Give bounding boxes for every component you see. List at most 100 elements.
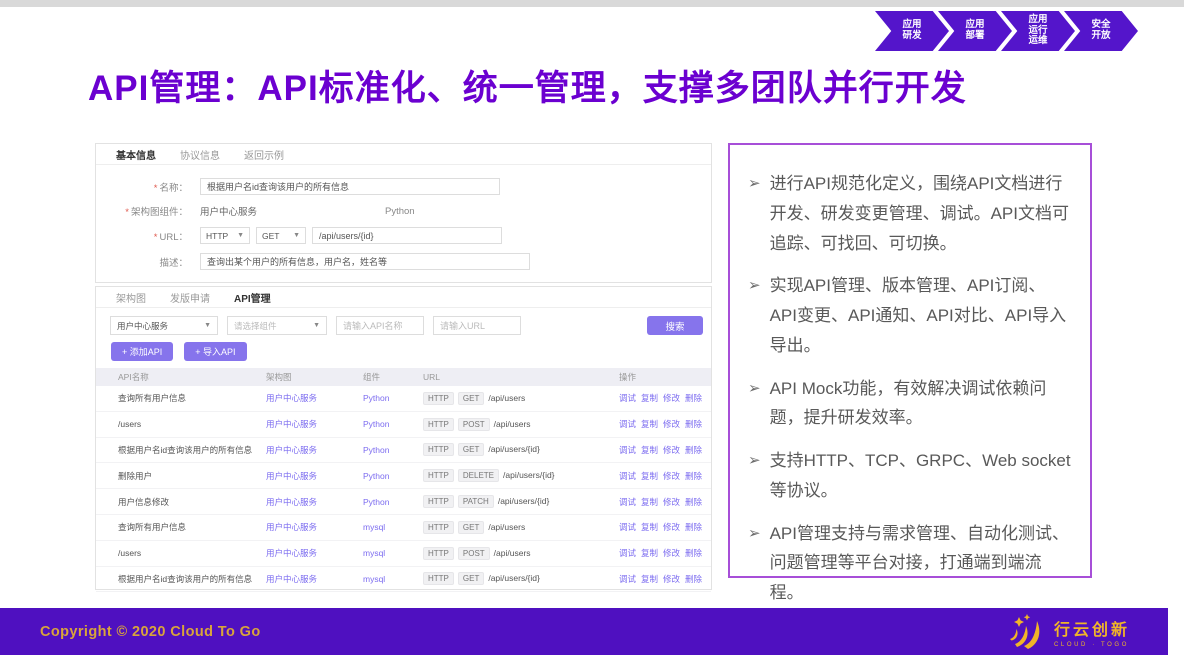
- table-header-cell: 操作: [619, 371, 711, 383]
- delete-link[interactable]: 删除: [685, 522, 702, 532]
- delete-link[interactable]: 删除: [685, 445, 702, 455]
- delete-link[interactable]: 删除: [685, 497, 702, 507]
- delete-link[interactable]: 删除: [685, 548, 702, 558]
- detail-card-tab[interactable]: 协议信息: [168, 147, 232, 162]
- api-name-cell: 根据用户名id查询该用户的所有信息: [118, 444, 266, 456]
- service-link[interactable]: 用户中心服务: [266, 470, 363, 482]
- edit-link[interactable]: 修改: [663, 522, 680, 532]
- table-row[interactable]: 根据用户名id查询该用户的所有信息 用户中心服务 Python HTTPGET/…: [96, 438, 711, 464]
- url-input[interactable]: [312, 227, 502, 244]
- service-link[interactable]: 用户中心服务: [266, 521, 363, 533]
- api-card-tab[interactable]: 架构图: [104, 290, 158, 305]
- debug-link[interactable]: 调试: [619, 522, 636, 532]
- delete-link[interactable]: 删除: [685, 393, 702, 403]
- url-path: /api/users/{id}: [488, 444, 540, 454]
- protocol-badge: HTTP: [423, 521, 454, 534]
- edit-link[interactable]: 修改: [663, 574, 680, 584]
- debug-link[interactable]: 调试: [619, 497, 636, 507]
- protocol-select[interactable]: HTTP▼: [200, 227, 250, 244]
- url-filter-input[interactable]: [433, 316, 521, 335]
- delete-link[interactable]: 删除: [685, 471, 702, 481]
- method-select[interactable]: GET▼: [256, 227, 306, 244]
- edit-link[interactable]: 修改: [663, 471, 680, 481]
- copy-link[interactable]: 复制: [641, 471, 658, 481]
- edit-link[interactable]: 修改: [663, 445, 680, 455]
- description-input[interactable]: [200, 253, 530, 270]
- service-link[interactable]: 用户中心服务: [266, 496, 363, 508]
- edit-link[interactable]: 修改: [663, 393, 680, 403]
- chevron-down-icon: ▼: [237, 232, 244, 239]
- row-operations: 调试复制修改删除: [619, 547, 711, 559]
- service-link[interactable]: 用户中心服务: [266, 392, 363, 404]
- protocol-badge: HTTP: [423, 495, 454, 508]
- component-cell: Python: [363, 471, 423, 481]
- service-filter-select[interactable]: 用户中心服务▼: [110, 316, 218, 335]
- debug-link[interactable]: 调试: [619, 574, 636, 584]
- feature-bullet: ➢ 进行API规范化定义，围绕API文档进行开发、研发变更管理、调试。API文档…: [748, 169, 1072, 258]
- detail-card-tab[interactable]: 基本信息: [104, 147, 168, 162]
- copy-link[interactable]: 复制: [641, 419, 658, 429]
- search-button[interactable]: 搜索: [647, 316, 703, 335]
- arrow-bullet-icon: ➢: [748, 446, 761, 506]
- service-link[interactable]: 用户中心服务: [266, 418, 363, 430]
- debug-link[interactable]: 调试: [619, 548, 636, 558]
- table-row[interactable]: 根据用户名id查询该用户的所有信息 用户中心服务 mysql HTTPGET/a…: [96, 567, 711, 593]
- row-operations: 调试复制修改删除: [619, 444, 711, 456]
- description-label: 描述：: [96, 255, 188, 269]
- debug-link[interactable]: 调试: [619, 393, 636, 403]
- api-card-tabs: 架构图 发版申请 API管理: [96, 287, 711, 308]
- copy-link[interactable]: 复制: [641, 393, 658, 403]
- process-step-chevron[interactable]: 应用 运行 运维: [1001, 11, 1075, 51]
- process-step-chevron[interactable]: 安全 开放: [1064, 11, 1138, 51]
- table-row[interactable]: 查询所有用户信息 用户中心服务 mysql HTTPGET/api/users …: [96, 515, 711, 541]
- url-path: /api/users: [494, 548, 531, 558]
- name-label: *名称：: [96, 180, 188, 194]
- table-row[interactable]: 删除用户 用户中心服务 Python HTTPDELETE/api/users/…: [96, 463, 711, 489]
- table-header-cell: 组件: [363, 371, 423, 383]
- component-value: 用户中心服务: [200, 204, 257, 218]
- component-cell: mysql: [363, 522, 423, 532]
- api-detail-card: 基本信息 协议信息 返回示例 *名称： *架构图组件： 用户中心服务 Pytho…: [95, 143, 712, 283]
- logo-subtitle: CLOUD · TOGO: [1054, 642, 1130, 648]
- debug-link[interactable]: 调试: [619, 471, 636, 481]
- delete-link[interactable]: 删除: [685, 419, 702, 429]
- copy-link[interactable]: 复制: [641, 522, 658, 532]
- arrow-bullet-icon: ➢: [748, 374, 761, 434]
- edit-link[interactable]: 修改: [663, 497, 680, 507]
- chevron-down-icon: ▼: [204, 322, 211, 329]
- name-input[interactable]: [200, 178, 500, 195]
- add-api-button[interactable]: + 添加API: [111, 342, 173, 361]
- copy-link[interactable]: 复制: [641, 445, 658, 455]
- debug-link[interactable]: 调试: [619, 419, 636, 429]
- api-card-tab[interactable]: 发版申请: [158, 290, 222, 305]
- component-filter-select[interactable]: 请选择组件▼: [227, 316, 327, 335]
- table-row[interactable]: /users 用户中心服务 Python HTTPPOST/api/users …: [96, 412, 711, 438]
- action-buttons: + 添加API + 导入API: [111, 342, 711, 361]
- copy-link[interactable]: 复制: [641, 497, 658, 507]
- url-cell: HTTPGET/api/users: [423, 521, 619, 534]
- service-link[interactable]: 用户中心服务: [266, 444, 363, 456]
- api-card-tab[interactable]: API管理: [222, 290, 283, 305]
- delete-link[interactable]: 删除: [685, 574, 702, 584]
- copy-link[interactable]: 复制: [641, 548, 658, 558]
- arrow-bullet-icon: ➢: [748, 271, 761, 360]
- api-name-filter-input[interactable]: [336, 316, 424, 335]
- component-cell: Python: [363, 393, 423, 403]
- copy-link[interactable]: 复制: [641, 574, 658, 584]
- process-step-chevron[interactable]: 应用 部署: [938, 11, 1012, 51]
- service-link[interactable]: 用户中心服务: [266, 573, 363, 585]
- edit-link[interactable]: 修改: [663, 548, 680, 558]
- table-header-cell: 架构图: [266, 371, 363, 383]
- debug-link[interactable]: 调试: [619, 445, 636, 455]
- form-row-url: *URL： HTTP▼ GET▼: [96, 227, 711, 244]
- service-link[interactable]: 用户中心服务: [266, 547, 363, 559]
- edit-link[interactable]: 修改: [663, 419, 680, 429]
- table-row[interactable]: /users 用户中心服务 mysql HTTPPOST/api/users 调…: [96, 541, 711, 567]
- table-row[interactable]: 查询所有用户信息 用户中心服务 Python HTTPGET/api/users…: [96, 386, 711, 412]
- detail-card-tab[interactable]: 返回示例: [232, 147, 296, 162]
- api-name-cell: /users: [118, 548, 266, 558]
- table-row[interactable]: 用户信息修改 用户中心服务 Python HTTPPATCH/api/users…: [96, 489, 711, 515]
- import-api-button[interactable]: + 导入API: [184, 342, 246, 361]
- process-step-chevron[interactable]: 应用 研发: [875, 11, 949, 51]
- process-step-label: 应用 运行 运维: [1028, 15, 1047, 48]
